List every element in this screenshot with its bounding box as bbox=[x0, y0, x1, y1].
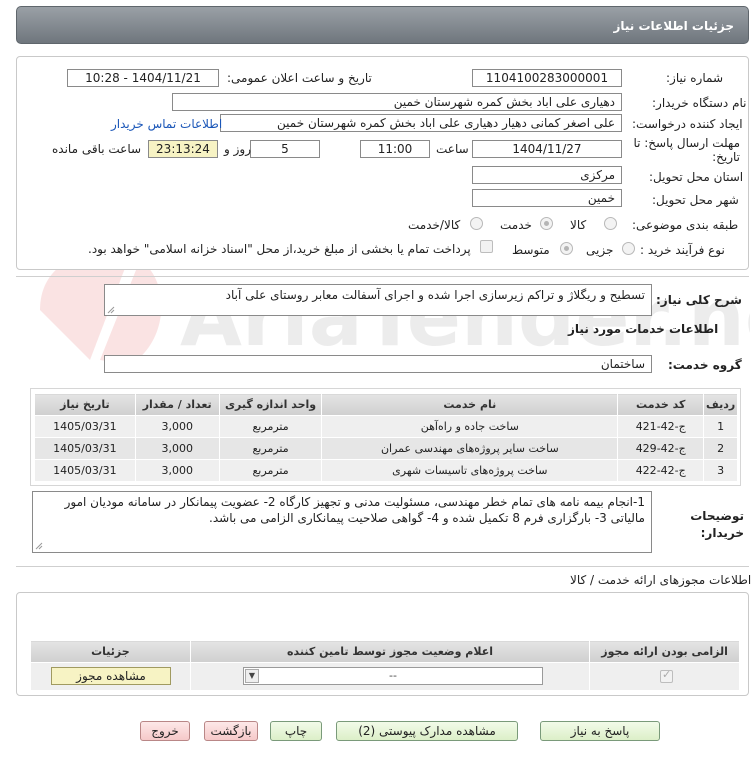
chevron-down-icon: ▼ bbox=[245, 669, 259, 683]
buyer-notes-text: 1-انجام بیمه نامه های تمام خطر مهندسی، م… bbox=[64, 495, 645, 525]
cell-qty: 3,000 bbox=[134, 459, 220, 482]
service-group-label: گروه خدمت: bbox=[668, 358, 742, 372]
cell-qty: 3,000 bbox=[134, 415, 220, 438]
view-permit-button[interactable]: مشاهده مجوز bbox=[51, 667, 171, 685]
col-unit: واحد اندازه گیری bbox=[218, 393, 323, 416]
category-radio-goods[interactable] bbox=[604, 217, 617, 230]
announce-label: تاریخ و ساعت اعلان عمومی: bbox=[227, 71, 372, 85]
announce-field: 1404/11/21 - 10:28 bbox=[67, 69, 219, 87]
cell-code: ج-42-421 bbox=[617, 415, 705, 438]
exit-button[interactable]: خروج bbox=[140, 721, 190, 741]
services-table: ردیف کد خدمت نام خدمت واحد اندازه گیری ت… bbox=[34, 393, 738, 482]
cell-unit: مترمربع bbox=[218, 437, 323, 460]
page-title: جزئیات اطلاعات نیاز bbox=[613, 19, 734, 33]
cell-unit: مترمربع bbox=[218, 459, 323, 482]
reply-button[interactable]: پاسخ به نیاز bbox=[540, 721, 660, 741]
permit-required-checkbox: ✓ bbox=[660, 668, 673, 683]
col-qty: تعداد / مقدار bbox=[134, 393, 220, 416]
permits-section-title: اطلاعات مجوزهای ارائه خدمت / کالا bbox=[570, 573, 752, 587]
divider bbox=[16, 566, 749, 567]
col-date: تاریخ نیاز bbox=[34, 393, 136, 416]
deadline-time-field: 11:00 bbox=[360, 140, 430, 158]
city-label: شهر محل تحویل: bbox=[652, 193, 739, 207]
process-label: نوع فرآیند خرید : bbox=[640, 243, 725, 257]
remaining-time-field: 23:13:24 bbox=[148, 140, 218, 158]
col-code: کد خدمت bbox=[617, 393, 705, 416]
check-icon: ✓ bbox=[662, 668, 672, 681]
deadline-date-field: 1404/11/27 bbox=[472, 140, 622, 158]
cell-date: 1405/03/31 bbox=[34, 437, 136, 460]
category-option-goods-service: کالا/خدمت bbox=[408, 218, 461, 232]
treasury-payment-note: پرداخت تمام یا بخشی از مبلغ خرید،از محل … bbox=[88, 242, 471, 256]
table-row: 2 ج-42-429 ساخت سایر پروژه‌های مهندسی عم… bbox=[34, 437, 738, 460]
permits-table-header: الزامی بودن ارائه مجوز اعلام وضعیت مجوز … bbox=[30, 640, 740, 663]
col-permit-details: جزئیات bbox=[30, 640, 191, 663]
buyer-contact-link[interactable]: اطلاعات تماس خریدار bbox=[111, 117, 222, 131]
cell-row: 3 bbox=[703, 459, 738, 482]
resize-grip-icon[interactable] bbox=[107, 306, 115, 314]
view-attachments-button[interactable]: مشاهده مدارک پیوستی (2) bbox=[336, 721, 518, 741]
col-permit-required: الزامی بودن ارائه مجوز bbox=[589, 640, 740, 663]
cell-code: ج-42-422 bbox=[617, 459, 705, 482]
col-row: ردیف bbox=[703, 393, 738, 416]
creator-field: علی اصغر کمانی دهیار دهیاری علی اباد بخش… bbox=[220, 114, 622, 132]
category-radio-service[interactable] bbox=[540, 217, 553, 230]
divider bbox=[16, 276, 749, 277]
description-field: تسطیح و ریگلاژ و تراکم زیرسازی اجرا شده … bbox=[104, 284, 652, 316]
buyer-field: دهیاری علی اباد بخش کمره شهرستان خمین bbox=[172, 93, 622, 111]
service-group-field: ساختمان bbox=[104, 355, 652, 373]
days-remaining-field: 5 bbox=[250, 140, 320, 158]
cell-date: 1405/03/31 bbox=[34, 459, 136, 482]
permit-status-select[interactable]: -- ▼ bbox=[243, 667, 543, 685]
cell-unit: مترمربع bbox=[218, 415, 323, 438]
cell-row: 1 bbox=[703, 415, 738, 438]
need-number-label: شماره نیاز: bbox=[666, 71, 723, 85]
back-button[interactable]: بازگشت bbox=[204, 721, 258, 741]
col-name: نام خدمت bbox=[321, 393, 619, 416]
services-section-title: اطلاعات خدمات مورد نیاز bbox=[568, 322, 719, 336]
permit-status-value: -- bbox=[389, 669, 397, 682]
process-option-medium: متوسط bbox=[512, 243, 550, 257]
creator-label: ایجاد کننده درخواست: bbox=[632, 117, 743, 131]
cell-name: ساخت جاده و راه‌آهن bbox=[321, 415, 619, 438]
description-label: شرح کلی نیاز: bbox=[656, 293, 742, 307]
category-option-goods: کالا bbox=[570, 218, 587, 232]
resize-grip-icon[interactable] bbox=[35, 542, 43, 550]
city-field: خمین bbox=[472, 189, 622, 207]
col-permit-status: اعلام وضعیت مجوز توسط تامین کننده bbox=[189, 640, 591, 663]
process-radio-medium[interactable] bbox=[560, 242, 573, 255]
cell-code: ج-42-429 bbox=[617, 437, 705, 460]
cell-name: ساخت سایر پروژه‌های مهندسی عمران bbox=[321, 437, 619, 460]
need-number-field: 1104100283000001 bbox=[472, 69, 622, 87]
buyer-notes-field: 1-انجام بیمه نامه های تمام خطر مهندسی، م… bbox=[32, 491, 652, 553]
cell-qty: 3,000 bbox=[134, 437, 220, 460]
cell-name: ساخت پروژه‌های تاسیسات شهری bbox=[321, 459, 619, 482]
buyer-label: نام دستگاه خریدار: bbox=[652, 96, 747, 110]
table-row: 1 ج-42-421 ساخت جاده و راه‌آهن مترمربع 3… bbox=[34, 415, 738, 438]
description-text: تسطیح و ریگلاژ و تراکم زیرسازی اجرا شده … bbox=[225, 288, 645, 302]
deadline-label: مهلت ارسال پاسخ: تا تاریخ: bbox=[633, 136, 740, 164]
table-row: 3 ج-42-422 ساخت پروژه‌های تاسیسات شهری م… bbox=[34, 459, 738, 482]
page-header: جزئیات اطلاعات نیاز bbox=[16, 6, 749, 44]
print-button[interactable]: چاپ bbox=[270, 721, 322, 741]
category-option-service: خدمت bbox=[500, 218, 532, 232]
days-label: روز و bbox=[224, 142, 251, 156]
category-label: طبقه بندی موضوعی: bbox=[632, 218, 739, 232]
remaining-time-label: ساعت باقی مانده bbox=[52, 142, 142, 156]
cell-date: 1405/03/31 bbox=[34, 415, 136, 438]
treasury-payment-checkbox[interactable] bbox=[480, 240, 493, 253]
province-label: استان محل تحویل: bbox=[649, 170, 744, 184]
cell-row: 2 bbox=[703, 437, 738, 460]
process-radio-minor[interactable] bbox=[622, 242, 635, 255]
province-field: مرکزی bbox=[472, 166, 622, 184]
buyer-notes-label: توضیحات خریدار: bbox=[690, 509, 744, 540]
process-option-minor: جزیی bbox=[586, 243, 614, 257]
deadline-time-label: ساعت bbox=[436, 142, 469, 156]
services-table-header: ردیف کد خدمت نام خدمت واحد اندازه گیری ت… bbox=[34, 393, 738, 416]
category-radio-goods-service[interactable] bbox=[470, 217, 483, 230]
